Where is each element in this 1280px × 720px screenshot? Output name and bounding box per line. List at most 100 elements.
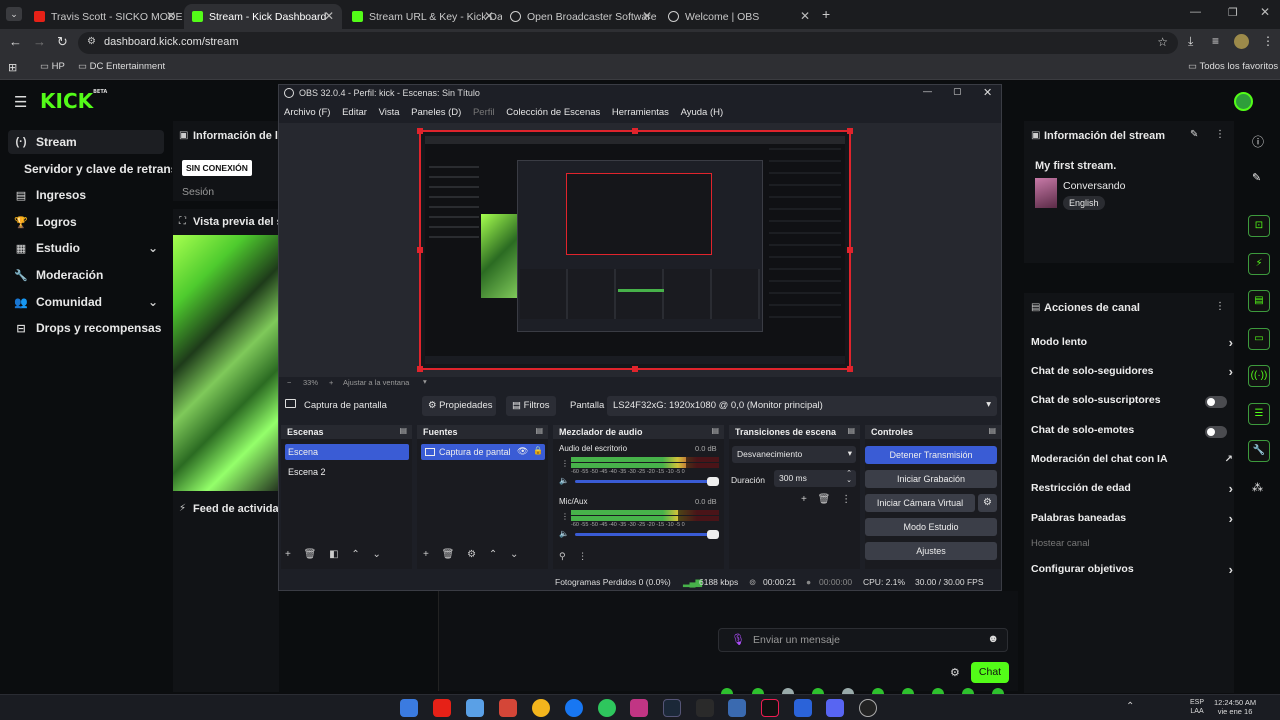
tab-list-icon[interactable]: ≡ [1212, 34, 1219, 48]
close-icon[interactable]: ✕ [166, 9, 176, 23]
chrome-icon[interactable] [532, 699, 550, 717]
action-configure-goals[interactable]: Configurar objetivos › [1031, 562, 1233, 581]
delete-icon[interactable]: 🗑 [442, 549, 455, 560]
close-window-icon[interactable]: ✕ [1260, 5, 1270, 19]
close-icon[interactable]: ✕ [800, 9, 810, 23]
bookmark-dc[interactable]: ▭ DC Entertainment [78, 61, 165, 72]
resize-handle[interactable] [632, 128, 638, 134]
delete-icon[interactable]: 🗑 [818, 494, 831, 505]
windows-start-icon[interactable] [400, 699, 418, 717]
transition-select[interactable]: Desvanecimiento ▾ [732, 446, 856, 463]
scene-item[interactable]: Escena [285, 444, 409, 460]
tray-chevron-icon[interactable]: ⌃ [1126, 701, 1134, 712]
lock-icon[interactable]: 🔒 [533, 446, 543, 455]
store-icon[interactable] [794, 699, 812, 717]
pencil-icon[interactable]: ✎ [1252, 171, 1261, 184]
subscribers-only-toggle[interactable] [1205, 396, 1227, 408]
obs-preview[interactable] [279, 123, 1001, 377]
action-slow-mode[interactable]: Modo lento › [1031, 335, 1233, 354]
action-banned-words[interactable]: Palabras baneadas › [1031, 511, 1233, 530]
mic-icon[interactable]: 🎙 [731, 633, 745, 646]
menu-icon[interactable]: ⋮ [841, 494, 851, 505]
action-emotes-only[interactable]: Chat de solo-emotes [1031, 424, 1231, 442]
site-info-icon[interactable]: ⚙ [87, 36, 96, 47]
stop-streaming-button[interactable]: Detener Transmisión [865, 446, 997, 464]
maximize-icon[interactable]: ❐ [1228, 6, 1238, 19]
obs-icon[interactable] [859, 699, 877, 717]
tab-obs-project[interactable]: Open Broadcaster Software | O ✕ [502, 4, 660, 29]
speaker-icon[interactable]: 🔈 [559, 529, 569, 538]
menu-archivo[interactable]: Archivo (F) [284, 107, 330, 118]
action-subscribers-only[interactable]: Chat de solo-suscriptores [1031, 394, 1231, 412]
nav-server-key[interactable]: Servidor y clave de retransmisión [24, 162, 172, 176]
add-icon[interactable]: + [801, 494, 807, 505]
bookmark-hp[interactable]: ▭ HP [40, 61, 65, 72]
discord-icon[interactable] [826, 699, 844, 717]
close-icon[interactable]: ✕ [983, 86, 992, 99]
menu-perfil[interactable]: Perfil [473, 107, 495, 118]
filters-button[interactable]: ▤ Filtros [506, 396, 556, 416]
menu-vista[interactable]: Vista [379, 107, 400, 118]
lightning-icon[interactable]: ⚡ [1248, 253, 1270, 275]
more-icon[interactable]: ⋮ [1215, 129, 1225, 140]
move-down-icon[interactable]: ⌄ [373, 549, 381, 560]
menu-icon[interactable]: ⋮ [578, 551, 587, 561]
nav-moderacion[interactable]: 🔧 Moderación [8, 263, 164, 287]
chat-settings-icon[interactable]: ⚙ [950, 666, 960, 679]
move-up-icon[interactable]: ⌃ [489, 549, 497, 560]
filter-icon[interactable]: ◧ [329, 549, 338, 560]
epic-games-icon[interactable] [696, 699, 714, 717]
hamburger-icon[interactable]: ☰ [14, 93, 27, 111]
virtual-camera-settings-button[interactable]: ⚙ [978, 494, 997, 512]
clock[interactable]: 12:24:50 AM vie ene 16 [1214, 698, 1256, 716]
wrench-icon[interactable]: 🔧 [1248, 440, 1270, 462]
new-tab-button[interactable]: + [822, 6, 830, 22]
whatsapp-icon[interactable] [598, 699, 616, 717]
delete-icon[interactable]: 🗑 [304, 549, 317, 560]
document-icon[interactable]: ▤ [1248, 290, 1270, 312]
menu-paneles[interactable]: Paneles (D) [411, 107, 461, 118]
channel-menu-icon[interactable]: ⋮ [561, 459, 569, 468]
minimize-icon[interactable]: — [923, 86, 932, 96]
tab-welcome-obs[interactable]: Welcome | OBS ✕ [660, 4, 818, 29]
dock-menu-icon[interactable]: ▤ [535, 426, 543, 435]
tiktok-icon[interactable] [761, 699, 779, 717]
menu-ayuda[interactable]: Ayuda (H) [681, 107, 724, 118]
action-age-restriction[interactable]: Restricción de edad › [1031, 481, 1233, 500]
download-icon[interactable]: ⤓ [1188, 34, 1193, 49]
reload-icon[interactable]: ↻ [57, 34, 68, 50]
tab-stream-key[interactable]: Stream URL & Key - Kick Dashbo ✕ [344, 4, 502, 29]
chat-bubble-icon[interactable]: ▭ [1248, 328, 1270, 350]
close-icon[interactable]: ✕ [484, 9, 494, 23]
nav-logros[interactable]: 🏆 Logros [8, 210, 164, 234]
action-ai-moderation[interactable]: Moderación del chat con IA ↗ [1031, 453, 1233, 471]
menu-editar[interactable]: Editar [342, 107, 367, 118]
menu-icon[interactable]: ⋮ [1262, 34, 1274, 48]
slider-handle[interactable] [707, 530, 719, 539]
resize-handle[interactable] [417, 128, 423, 134]
start-recording-button[interactable]: Iniciar Grabación [865, 470, 997, 488]
youtube-icon[interactable] [433, 699, 451, 717]
all-bookmarks[interactable]: ▭ Todos los favoritos [1188, 61, 1278, 72]
capture-icon[interactable]: ⊡ [1248, 215, 1270, 237]
info-circle-icon[interactable]: ⓘ [1252, 133, 1264, 150]
studio-mode-button[interactable]: Modo Estudio [865, 518, 997, 536]
edit-icon[interactable]: ✎ [1190, 129, 1198, 140]
back-icon[interactable]: ← [9, 34, 22, 49]
steam-icon[interactable] [663, 699, 681, 717]
dock-menu-icon[interactable]: ▤ [711, 426, 719, 435]
add-icon[interactable]: + [285, 549, 291, 560]
settings-button[interactable]: Ajustes [865, 542, 997, 560]
chat-input[interactable]: 🎙 Enviar un mensaje ☻ [718, 628, 1008, 652]
language-indicator[interactable]: ESP LAA [1190, 698, 1204, 716]
chat-send-button[interactable]: Chat [971, 662, 1009, 683]
fit-window-label[interactable]: Ajustar a la ventana [343, 378, 409, 387]
gear-icon[interactable]: ⚙ [467, 549, 476, 560]
star-icon[interactable]: ☆ [1157, 35, 1168, 49]
nav-comunidad[interactable]: 👥 Comunidad ⌄ [8, 290, 164, 314]
instagram-icon[interactable] [630, 699, 648, 717]
nav-stream[interactable]: (·) Stream [8, 130, 164, 154]
preview-canvas[interactable] [417, 128, 853, 372]
eye-icon[interactable]: 👁 [517, 446, 528, 457]
dock-menu-icon[interactable]: ▤ [988, 426, 996, 435]
